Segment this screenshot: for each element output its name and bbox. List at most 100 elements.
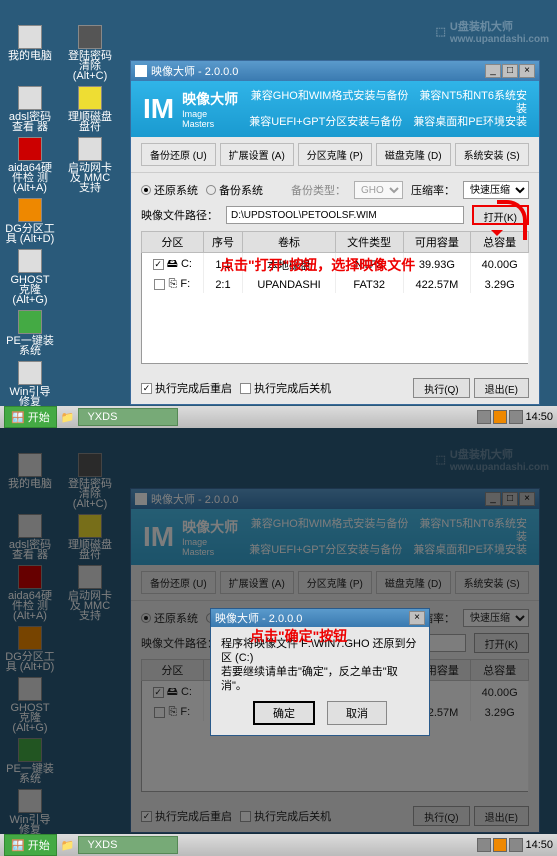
maximize-button[interactable]: □: [502, 64, 518, 78]
partition-icon: [18, 198, 42, 222]
chk-shutdown[interactable]: 执行完成后关机: [240, 808, 331, 824]
compress-select[interactable]: 快速压缩: [463, 181, 529, 199]
banner: IM 映像大师 Image Masters 兼容GHO和WIM格式安装与备份 兼…: [131, 81, 539, 137]
desktop-icon-mycomputer[interactable]: 我的电脑: [5, 25, 55, 81]
maximize-button[interactable]: □: [502, 492, 518, 506]
titlebar[interactable]: 映像大师 - 2.0.0.0 _ □ ×: [131, 61, 539, 81]
start-button[interactable]: 🪟 开始: [4, 834, 57, 856]
disk-icon: [78, 86, 102, 110]
compress-select[interactable]: 快速压缩: [463, 609, 529, 627]
annotation-text: 点击"确定"按钮: [250, 626, 347, 646]
tray-icon[interactable]: [509, 838, 523, 852]
tab-backup-restore[interactable]: 备份还原 (U): [141, 571, 216, 594]
taskbar: 🪟 开始 📁 YXDS 14:50: [0, 834, 557, 856]
desktop-icon-adsl[interactable]: adsl密码查看 器: [5, 514, 55, 560]
chk-shutdown[interactable]: 执行完成后关机: [240, 380, 331, 396]
dialog-close-button[interactable]: ×: [409, 611, 425, 625]
tray-icon[interactable]: [493, 410, 507, 424]
chk-restart[interactable]: 执行完成后重启: [141, 808, 232, 824]
quicklaunch-icon[interactable]: 📁: [61, 411, 75, 424]
exit-button[interactable]: 退出(E): [474, 378, 529, 398]
desktop-icon-aida64[interactable]: aida64硬件检 测(Alt+A): [5, 565, 55, 621]
tab-ext-settings[interactable]: 扩展设置 (A): [220, 143, 294, 166]
tab-partition-clone[interactable]: 分区克隆 (P): [298, 143, 372, 166]
desktop-icon-dg[interactable]: DG分区工具 (Alt+D): [5, 626, 55, 672]
tab-backup-restore[interactable]: 备份还原 (U): [141, 143, 216, 166]
radio-restore[interactable]: 还原系统: [141, 182, 198, 198]
watermark: ⬚ U盘装机大师 www.upandashi.com: [436, 18, 550, 45]
desktop-icon-password[interactable]: 登陆密码清除 (Alt+C): [65, 25, 115, 81]
taskbar: 🪟 开始 📁 YXDS 14:50: [0, 406, 557, 428]
col-free[interactable]: 可用容量: [403, 232, 471, 253]
tab-partition-clone[interactable]: 分区克隆 (P): [298, 571, 372, 594]
banner: IM 映像大师Image Masters 兼容GHO和WIM格式安装与备份 兼容…: [131, 509, 539, 565]
row-checkbox[interactable]: [154, 279, 165, 290]
dialog-message-2: 若要继续请单击"确定"，反之单击"取消"。: [221, 665, 419, 693]
minimize-button[interactable]: _: [485, 492, 501, 506]
desktop-icon-disk[interactable]: 理顺磁盘盘符: [65, 514, 115, 560]
tab-disk-clone[interactable]: 磁盘克隆 (D): [376, 571, 451, 594]
ok-button[interactable]: 确定: [253, 701, 315, 725]
exit-button[interactable]: 退出(E): [474, 806, 529, 826]
boot-icon: [18, 361, 42, 385]
tray-icon[interactable]: [477, 410, 491, 424]
row-checkbox[interactable]: [153, 259, 164, 270]
tray-icon[interactable]: [509, 410, 523, 424]
taskbar-item[interactable]: YXDS: [78, 836, 178, 854]
col-index[interactable]: 序号: [203, 232, 243, 253]
tab-disk-clone[interactable]: 磁盘克隆 (D): [376, 143, 451, 166]
path-label: 映像文件路径：: [141, 207, 218, 223]
tab-ext-settings[interactable]: 扩展设置 (A): [220, 571, 294, 594]
desktop-icons: 我的电脑登陆密码清除 (Alt+C) adsl密码查看 器理顺磁盘盘符 aida…: [5, 453, 115, 845]
minimize-button[interactable]: _: [485, 64, 501, 78]
taskbar-item[interactable]: YXDS: [78, 408, 178, 426]
col-fs[interactable]: 文件类型: [335, 232, 403, 253]
cancel-button[interactable]: 取消: [327, 701, 387, 725]
tab-system-install[interactable]: 系统安装 (S): [455, 571, 529, 594]
radio-backup[interactable]: 备份系统: [206, 182, 263, 198]
chk-restart[interactable]: 执行完成后重启: [141, 380, 232, 396]
open-button[interactable]: 打开(K): [474, 633, 529, 653]
clock: 14:50: [525, 839, 553, 851]
radio-restore[interactable]: 还原系统: [141, 610, 198, 626]
execute-button[interactable]: 执行(Q): [413, 378, 469, 398]
col-volume[interactable]: 卷标: [243, 232, 336, 253]
col-partition[interactable]: 分区: [142, 232, 204, 253]
desktop-icon-aida64[interactable]: aida64硬件检 测(Alt+A): [5, 137, 55, 193]
close-button[interactable]: ×: [519, 64, 535, 78]
backup-type-select[interactable]: GHO: [354, 181, 403, 199]
titlebar[interactable]: 映像大师 - 2.0.0.0 _□×: [131, 489, 539, 509]
ghost-icon: [18, 249, 42, 273]
desktop-icon-network[interactable]: 启动网卡及 MMC支持: [65, 565, 115, 621]
desktop-icon-ghost[interactable]: GHOST克隆 (Alt+G): [5, 249, 55, 305]
watermark-url: www.upandashi.com: [450, 34, 549, 45]
brand-ch: 映像大师: [182, 89, 241, 109]
table-row[interactable]: ⎘ F: 2:1UPANDASHIFAT32422.57M3.29G: [142, 276, 529, 293]
desktop-icon-pe[interactable]: PE一键装系统: [5, 310, 55, 356]
desktop-icon-mycomputer[interactable]: 我的电脑: [5, 453, 55, 509]
path-input[interactable]: [226, 206, 464, 224]
main-window: 映像大师 - 2.0.0.0 _ □ × IM 映像大师 Image Maste…: [130, 60, 540, 405]
desktop-icons: 我的电脑登陆密码清除 (Alt+C) adsl密码查看 器理顺磁盘盘符 aida…: [5, 25, 115, 417]
dialog-titlebar[interactable]: 映像大师 - 2.0.0.0 ×: [211, 609, 429, 627]
partition-table: 分区 序号 卷标 文件类型 可用容量 总容量 🖴 C: 1:1本地磁盘NTFS3…: [141, 231, 529, 364]
quicklaunch-icon[interactable]: 📁: [61, 839, 75, 852]
computer-icon: [18, 25, 42, 49]
desktop-icon-password[interactable]: 登陆密码清除 (Alt+C): [65, 453, 115, 509]
desktop-icon-pe[interactable]: PE一键装系统: [5, 738, 55, 784]
tab-system-install[interactable]: 系统安装 (S): [455, 143, 529, 166]
desktop-icon-disk[interactable]: 理顺磁盘盘符: [65, 86, 115, 132]
desktop-icon-network[interactable]: 启动网卡及 MMC支持: [65, 137, 115, 193]
start-button[interactable]: 🪟 开始: [4, 406, 57, 428]
desktop-icon-adsl[interactable]: adsl密码查看 器: [5, 86, 55, 132]
tray-icon[interactable]: [493, 838, 507, 852]
brand-en: Image Masters: [182, 109, 241, 129]
install-icon: [18, 310, 42, 334]
clock: 14:50: [525, 411, 553, 423]
tray-icon[interactable]: [477, 838, 491, 852]
close-button[interactable]: ×: [519, 492, 535, 506]
compress-label: 压缩率：: [411, 182, 455, 198]
desktop-icon-dg[interactable]: DG分区工具 (Alt+D): [5, 198, 55, 244]
execute-button[interactable]: 执行(Q): [413, 806, 469, 826]
desktop-icon-ghost[interactable]: GHOST克隆 (Alt+G): [5, 677, 55, 733]
